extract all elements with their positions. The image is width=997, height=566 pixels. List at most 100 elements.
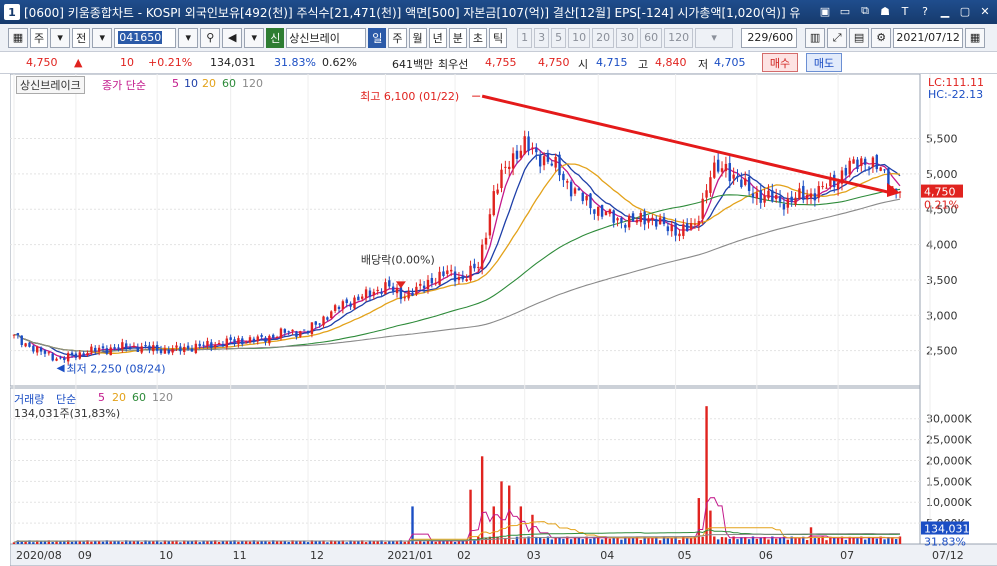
chart-type-icon[interactable]: ▥ (805, 27, 826, 48)
minute-option[interactable]: 1 (517, 27, 533, 48)
dropdown-icon[interactable]: ▾ (244, 27, 265, 48)
candle-body (47, 352, 51, 354)
volume-bar (844, 539, 848, 544)
candle-body (415, 286, 418, 295)
close-icon[interactable]: ✕ (977, 3, 993, 19)
minimize-icon[interactable]: ▁ (937, 3, 953, 19)
layout-icon[interactable]: ▦ (8, 27, 28, 48)
candle-body (237, 338, 240, 345)
volume-bar (852, 537, 855, 544)
minute-option[interactable]: 60 (640, 27, 663, 48)
date-tick-label: 12 (310, 549, 324, 562)
volume-bar (686, 537, 689, 544)
stock-code-input[interactable]: 041650 (114, 27, 177, 48)
date-tick-label: 07 (840, 549, 854, 562)
candle-body (763, 195, 766, 203)
volume-bar (805, 540, 809, 544)
candle-body (291, 329, 294, 332)
volume-bar (171, 541, 174, 544)
volume-bar (434, 541, 437, 544)
candle-body (844, 167, 848, 176)
candle-body (341, 301, 345, 310)
volume-bar (798, 537, 801, 544)
candle-body (732, 174, 735, 179)
minute-option[interactable]: 3 (534, 27, 550, 48)
period-unit-select[interactable]: 주 (30, 27, 49, 48)
volume-bar (701, 536, 704, 544)
candle-body (593, 209, 596, 214)
minute-option[interactable]: 30 (616, 27, 639, 48)
candle-body (306, 330, 310, 333)
candle-body (105, 348, 109, 354)
minute-option[interactable]: 20 (592, 27, 615, 48)
candle-body (643, 211, 646, 225)
date-input[interactable]: 2021/07/12 (893, 27, 964, 48)
chart-area[interactable]: 2,5003,0003,5004,0004,5005,0005,5005,000… (10, 74, 997, 566)
minute-option[interactable]: 10 (568, 27, 591, 48)
tab-interval-second[interactable]: 초 (468, 27, 487, 48)
restore-icon[interactable]: ▭ (837, 3, 853, 19)
candle-body (225, 338, 228, 348)
candle-body (817, 186, 820, 198)
dropdown-icon[interactable]: ▾ (92, 27, 113, 48)
volume-bar (295, 541, 298, 544)
tab-interval-month[interactable]: 월 (408, 27, 427, 48)
search-icon[interactable]: ⚲ (200, 27, 221, 48)
calendar-icon[interactable]: ▦ (965, 27, 986, 48)
font-icon[interactable]: T (897, 3, 913, 19)
candle-body (210, 342, 213, 348)
candle-body (500, 169, 503, 189)
candle-body (364, 289, 368, 298)
minute-option[interactable]: 5 (551, 27, 567, 48)
volume-bar (531, 514, 534, 544)
last-volume-pct: 31.83% (924, 535, 966, 548)
best-bid: 4,750 (538, 56, 570, 69)
price-tick-label: 3,000 (926, 309, 958, 322)
dropdown-icon[interactable]: ▾ (178, 27, 199, 48)
sell-button[interactable]: 매도 (806, 53, 842, 72)
candle-body (713, 162, 716, 178)
chart-svg[interactable]: 2,5003,0003,5004,0004,5005,0005,5005,000… (10, 74, 997, 566)
volume-bar (736, 539, 739, 544)
tab-interval-week[interactable]: 주 (388, 27, 407, 48)
tab-interval-day[interactable]: 일 (368, 27, 387, 48)
volume-bar (411, 506, 414, 544)
stock-code-value: 041650 (118, 31, 163, 44)
date-tick-label: 05 (678, 549, 692, 562)
ma5-legend: 5 (172, 77, 179, 90)
candle-body (302, 329, 306, 331)
candle-body (372, 291, 376, 296)
minute-custom-select[interactable]: ▾ (695, 27, 734, 48)
buy-button[interactable]: 매수 (762, 53, 798, 72)
maximize-icon[interactable]: ▢ (957, 3, 973, 19)
candle-body (70, 352, 74, 355)
candle-body (639, 213, 642, 223)
tab-interval-tick[interactable]: 틱 (489, 27, 508, 48)
price-legend-name[interactable]: 상신브레이크 (16, 76, 85, 94)
pin-icon[interactable]: ☗ (877, 3, 893, 19)
high-price: 4,840 (655, 56, 687, 69)
prev-select[interactable]: 전 (72, 27, 91, 48)
volume-pane-frame (10, 387, 921, 545)
sound-icon[interactable]: ◀ (222, 27, 243, 48)
tab-interval-minute[interactable]: 분 (448, 27, 467, 48)
tab-interval-year[interactable]: 년 (428, 27, 447, 48)
candle-body (361, 296, 364, 299)
volume-bar (562, 538, 565, 544)
help-icon[interactable]: ? (917, 3, 933, 19)
tile-icon[interactable]: ⧉ (857, 3, 873, 19)
dropdown-icon[interactable]: ▾ (50, 27, 71, 48)
settings-icon[interactable]: ⚙ (871, 27, 892, 48)
candle-body (117, 347, 120, 349)
candle-body (74, 353, 78, 358)
candle-body (422, 285, 426, 289)
candle-body (20, 335, 23, 345)
volume-bar (639, 539, 642, 544)
candle-body (666, 226, 670, 232)
candle-body (438, 271, 441, 285)
page-count[interactable]: 229/600 (741, 27, 798, 48)
minute-option[interactable]: 120 (664, 27, 694, 48)
indicator-icon[interactable]: ⤢ (827, 27, 848, 48)
save-icon[interactable]: ▤ (849, 27, 870, 48)
link-icon[interactable]: ▣ (817, 3, 833, 19)
